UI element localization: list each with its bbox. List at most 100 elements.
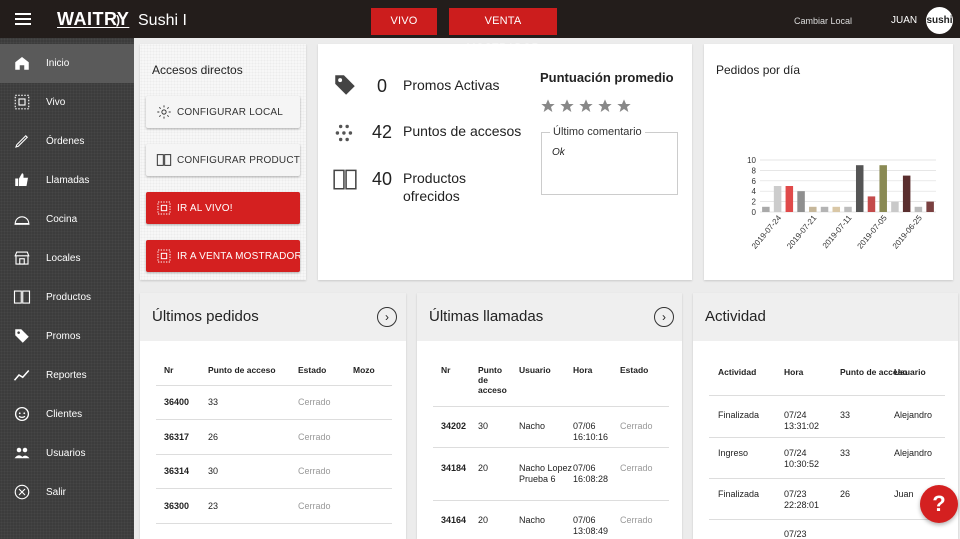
column-header: Nr [441, 365, 451, 375]
sidebar-item-cocina[interactable]: Cocina [0, 200, 134, 239]
star-icon [598, 99, 612, 112]
table-cell: 07/24 10:30:52 [784, 448, 820, 469]
last-comment-text: Ok [552, 147, 565, 158]
book-icon [156, 154, 172, 166]
sidebar-item-label: Reportes [46, 370, 87, 381]
counter-sale-button[interactable]: VENTA MOSTRADOR [449, 8, 557, 54]
column-header: Usuario [894, 367, 926, 377]
quick-button-1[interactable]: CONFIGURAR LOCAL [146, 96, 300, 128]
column-header: Actividad [718, 367, 757, 377]
thumb-icon [15, 173, 28, 186]
quick-button-4[interactable]: IR A VENTA MOSTRADOR [146, 240, 300, 272]
row-divider [709, 478, 945, 479]
y-tick-label: 4 [752, 187, 757, 196]
x-tick-label: 2019-07-21 [785, 213, 819, 251]
sidebar-item-reportes[interactable]: Reportes [0, 356, 134, 395]
avatar[interactable]: sushi [926, 7, 953, 34]
pen-icon [15, 134, 29, 148]
promos-count: 0 [377, 76, 388, 96]
sidebar-item-salir[interactable]: Salir [0, 473, 134, 512]
sidebar-item-llamadas[interactable]: Llamadas [0, 161, 134, 200]
star-icon [541, 99, 555, 112]
table-cell: 34184 [441, 463, 467, 473]
sidebar-item-label: Vivo [46, 97, 66, 108]
exit-icon [14, 484, 30, 500]
chart-line-icon [13, 370, 30, 381]
table-cell: 26 [840, 489, 851, 499]
sidebar-item-ordenes[interactable]: Órdenes [0, 122, 134, 161]
promos-label: Promos Activas [403, 77, 500, 93]
column-header: Estado [620, 365, 649, 375]
x-tick-label: 2019-06-25 [891, 213, 925, 251]
orders-per-day-chart: 10864202019-07-24 2019-07-21 2019-07-11 201… [747, 156, 936, 251]
sidebar-item-productos[interactable]: Productos [0, 278, 134, 317]
star-icon [579, 99, 593, 112]
table-cell: Ingreso [718, 448, 749, 458]
table-cell: Cerrado [620, 463, 653, 473]
activity-title: Actividad [705, 308, 766, 325]
last-orders-arrow-icon[interactable]: › [377, 307, 397, 327]
last-calls-header: Últimas llamadas › [417, 293, 682, 341]
sidebar-item-vivo[interactable]: Vivo [0, 83, 134, 122]
user-name[interactable]: JUAN [891, 15, 917, 26]
table-cell: 20 [478, 463, 489, 473]
chart-bar [820, 206, 829, 212]
sidebar-item-label: Locales [46, 253, 81, 264]
last-orders-card: Últimos pedidos › Nr Punto de acceso Estad… [140, 293, 406, 539]
change-local-dropdown[interactable]: Cambiar Local [794, 16, 852, 26]
access-points-count: 42 [372, 122, 393, 142]
products-label: Productos ofrecidos [403, 170, 467, 204]
chart-bar [797, 191, 805, 212]
row-divider [156, 419, 392, 420]
column-header: Punto de acceso [478, 365, 507, 395]
last-comment-box: Último comentario Ok [541, 126, 678, 195]
row-divider [433, 406, 669, 407]
live-button[interactable]: VIVO [371, 8, 437, 35]
menu-icon[interactable] [15, 13, 31, 25]
y-tick-label: 0 [752, 208, 757, 217]
column-header: Hora [573, 365, 593, 375]
table-cell: Nacho Lopez Prueba 6 [519, 463, 573, 484]
help-button[interactable]: ? [920, 485, 958, 523]
table-cell: 36300 [164, 501, 190, 511]
column-header: Hora [784, 367, 804, 377]
y-tick-label: 10 [747, 156, 756, 165]
book-icon [333, 169, 357, 190]
table-cell: Finalizada [718, 410, 760, 420]
table-cell: 23 [208, 501, 219, 511]
sidebar-item-locales[interactable]: Locales [0, 239, 134, 278]
sidebar-item-promos[interactable]: Promos [0, 317, 134, 356]
sidebar: Inicio Vivo Órdenes Llamadas Cocina Locales Pr… [0, 38, 134, 539]
chart-bar [832, 206, 841, 212]
star-icon [617, 99, 631, 112]
last-comment-legend: Último comentario [550, 126, 645, 138]
quick-button-label: CONFIGURAR LOCAL [177, 107, 283, 118]
y-tick-label: 6 [752, 177, 757, 186]
sidebar-item-inicio[interactable]: Inicio [0, 44, 134, 83]
table-cell: Cerrado [620, 421, 653, 431]
quick-button-2[interactable]: CONFIGURAR PRODUCTOS [146, 144, 300, 176]
sidebar-item-label: Promos [46, 331, 81, 342]
chart-bar [855, 165, 864, 212]
chart-bar [762, 206, 770, 212]
table-cell: Finalizada [718, 489, 760, 499]
sidebar-item-usuarios[interactable]: Usuarios [0, 434, 134, 473]
quick-button-3[interactable]: IR AL VIVO! [146, 192, 300, 224]
row-divider [433, 447, 669, 448]
last-calls-title: Últimas llamadas [429, 308, 544, 325]
table-cell: Cerrado [298, 466, 331, 476]
chart-bar [867, 196, 876, 212]
row-divider [156, 523, 392, 524]
live-icon [157, 249, 171, 263]
sidebar-item-clientes[interactable]: Clientes [0, 395, 134, 434]
tag-icon [335, 75, 355, 95]
y-tick-label: 2 [752, 198, 757, 207]
quick-access-title: Accesos directos [152, 63, 243, 77]
last-calls-arrow-icon[interactable]: › [654, 307, 674, 327]
row-divider [709, 437, 945, 438]
brand-logo-mark: ) [116, 13, 120, 27]
live-icon [157, 201, 171, 215]
sidebar-item-label: Órdenes [46, 136, 85, 147]
sidebar-item-label: Clientes [46, 409, 83, 420]
sidebar-item-label: Inicio [46, 58, 70, 69]
